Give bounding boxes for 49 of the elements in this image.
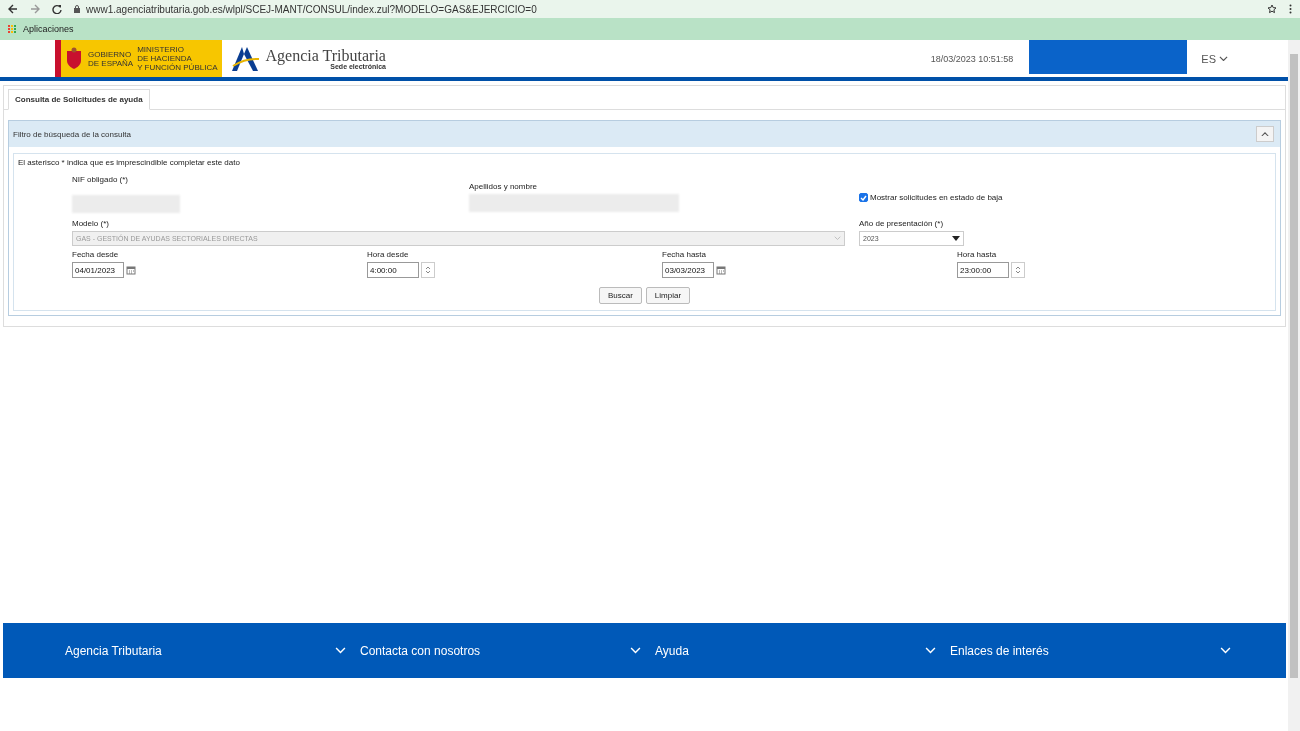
action-button[interactable]: Limpiar	[645, 287, 691, 304]
panel-title: Filtro de búsqueda de la consulta	[13, 129, 131, 139]
brand-name: Agencia Tributaria	[265, 47, 386, 65]
field-label: Fecha desde	[72, 250, 120, 259]
collapse-button[interactable]	[1256, 126, 1274, 142]
chevron-down-icon	[1220, 647, 1231, 654]
lock-icon	[74, 5, 80, 13]
reload-icon[interactable]	[52, 4, 62, 14]
field-label: Fecha hasta	[662, 250, 708, 259]
checkbox-label: Mostrar solicitudes en estado de baja	[870, 193, 1003, 202]
chevron-down-icon	[925, 647, 936, 654]
field-label: Apellidos y nombre	[469, 182, 539, 191]
scrollbar[interactable]	[1288, 40, 1300, 731]
star-icon[interactable]	[1267, 4, 1277, 14]
apps-icon[interactable]	[8, 24, 17, 34]
date-field[interactable]: 04/01/2023	[72, 262, 124, 278]
footer-section[interactable]: Enlaces de interés	[950, 643, 1245, 658]
chevron-down-icon	[335, 647, 346, 654]
footer-section[interactable]: Ayuda	[655, 643, 950, 658]
chevron-up-icon	[1261, 131, 1269, 137]
tab[interactable]: Consulta de Solicitudes de ayuda	[8, 89, 150, 110]
spinner-icon[interactable]	[425, 265, 431, 275]
menu-icon[interactable]	[1289, 4, 1292, 14]
datetime-text: 18/03/2023 10:51:58	[930, 53, 1014, 64]
time-field[interactable]: 4:00:00	[367, 262, 419, 278]
chevron-down-icon	[1219, 55, 1228, 62]
field-label: NIF obligado (*)	[72, 175, 130, 184]
caret-icon	[952, 236, 960, 241]
spinner-icon[interactable]	[1015, 265, 1021, 275]
field-label: Hora desde	[367, 250, 410, 259]
field-label: Hora hasta	[957, 250, 998, 259]
action-button[interactable]: Buscar	[598, 287, 642, 304]
field-label: Modelo (*)	[72, 219, 110, 228]
chevron-down-icon	[630, 647, 641, 654]
language-selector[interactable]: ES	[1201, 52, 1228, 65]
caret-icon	[833, 236, 841, 241]
back-icon[interactable]	[8, 4, 18, 14]
agency-logo-icon	[229, 45, 260, 72]
calendar-icon[interactable]	[126, 265, 136, 275]
field-label: Año de presentación (*)	[859, 219, 945, 228]
checkbox[interactable]	[859, 193, 868, 202]
date-field[interactable]: 03/03/2023	[662, 262, 714, 278]
bookmark-item[interactable]: Aplicaciones	[23, 24, 74, 34]
required-note: El asterisco * indica que es imprescindible completar este dato	[18, 158, 241, 167]
footer-section[interactable]: Contacta con nosotros	[360, 643, 655, 658]
footer-section[interactable]: Agencia Tributaria	[65, 643, 360, 658]
time-field[interactable]: 23:00:00	[957, 262, 1009, 278]
calendar-icon[interactable]	[716, 265, 726, 275]
forward-icon[interactable]	[30, 4, 40, 14]
